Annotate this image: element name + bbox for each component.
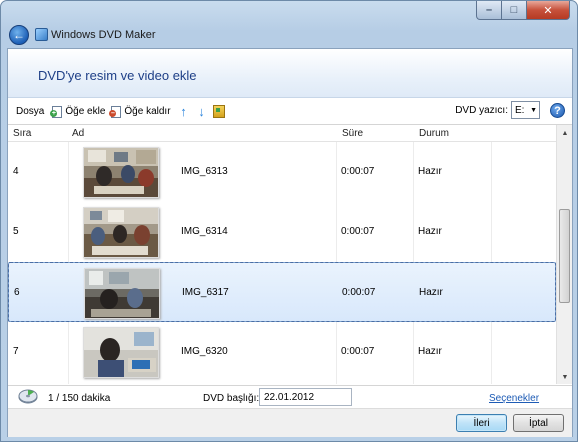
disc-title-input[interactable] [259,388,352,406]
help-icon[interactable]: ? [550,103,565,118]
add-items-label: Öğe ekle [65,106,106,117]
move-up-icon[interactable]: ↑ [177,104,191,119]
window-controls: – □ ✕ [476,1,570,20]
row-status: Hazır [418,346,442,357]
column-header-name[interactable]: Ad [72,128,84,139]
row-status: Hazır [419,287,443,298]
add-document-icon: + [50,105,63,118]
disc-icon [18,389,38,405]
table-row[interactable]: 7 IMG_6320 0:00:07 Hazır [8,322,556,382]
row-status: Hazır [418,166,442,177]
column-header-order[interactable]: Sıra [13,128,31,139]
scroll-down-icon[interactable]: ▼ [557,369,572,384]
content-panel: DVD'ye resim ve video ekle Dosya + Öğe e… [7,48,573,437]
title-bar: – □ ✕ ← Windows DVD Maker [1,1,577,47]
row-order: 7 [13,346,19,357]
photo-thumbnail [83,207,159,258]
media-list: Sıra Ad Süre Durum 4 IMG_6313 0:00:07 Ha… [8,124,572,384]
scrollbar-thumb[interactable] [559,209,570,303]
row-order: 5 [13,226,19,237]
cancel-button[interactable]: İptal [513,414,564,432]
list-rows: 4 IMG_6313 0:00:07 Hazır 5 IMG_6314 0:00… [8,142,556,384]
row-duration: 0:00:07 [341,346,375,357]
dvd-maker-app-icon [35,28,48,41]
row-order: 4 [13,166,19,177]
window-title: Windows DVD Maker [51,29,156,41]
remove-items-label: Öğe kaldır [124,106,171,117]
add-items-button[interactable]: + Öğe ekle [50,105,106,118]
button-bar: İleri İptal [8,408,572,437]
status-bar: 1 / 150 dakika DVD başlığı: Seçenekler [8,385,572,407]
row-order: 6 [14,287,20,298]
column-header-status[interactable]: Durum [419,128,449,139]
maximize-button[interactable]: □ [502,1,527,20]
close-button[interactable]: ✕ [527,1,570,20]
disc-title-label: DVD başlığı: [203,393,260,404]
row-duration: 0:00:07 [341,226,375,237]
photo-thumbnail [83,147,159,198]
table-row[interactable]: 4 IMG_6313 0:00:07 Hazır [8,142,556,202]
next-button[interactable]: İleri [456,414,507,432]
minimize-button[interactable]: – [476,1,502,20]
remove-items-button[interactable]: – Öğe kaldır [109,105,171,118]
back-button[interactable]: ← [9,25,29,45]
dvd-burner-select[interactable]: E: ▼ [511,101,540,119]
scroll-up-icon[interactable]: ▲ [557,125,572,141]
row-status: Hazır [418,226,442,237]
row-name: IMG_6317 [182,287,229,298]
table-row[interactable]: 5 IMG_6314 0:00:07 Hazır [8,202,556,262]
photo-thumbnail [83,327,159,378]
dropdown-arrow-icon: ▼ [530,107,537,114]
file-menu[interactable]: Dosya [16,106,44,117]
photo-thumbnail [84,268,160,319]
dvd-maker-window: – □ ✕ ← Windows DVD Maker DVD'ye resim v… [0,0,578,442]
back-arrow-icon: ← [13,28,25,42]
column-header-duration[interactable]: Süre [342,128,363,139]
page-header: DVD'ye resim ve video ekle [8,49,572,98]
row-name: IMG_6313 [181,166,228,177]
dvd-burner-value: E: [515,104,525,116]
row-name: IMG_6314 [181,226,228,237]
row-duration: 0:00:07 [342,287,376,298]
dvd-burner-label: DVD yazıcı: [455,105,508,116]
page-title: DVD'ye resim ve video ekle [38,68,197,83]
remove-document-icon: – [109,105,122,118]
disc-usage-text: 1 / 150 dakika [48,393,111,404]
vertical-scrollbar[interactable]: ▲ ▼ [556,125,572,384]
options-link[interactable]: Seçenekler [489,393,539,404]
table-row-selected[interactable]: 6 IMG_6317 0:00:07 Hazır [8,262,556,322]
reorder-folder-icon[interactable] [212,105,225,118]
row-name: IMG_6320 [181,346,228,357]
row-duration: 0:00:07 [341,166,375,177]
move-down-icon[interactable]: ↓ [195,104,209,119]
list-header: Sıra Ad Süre Durum [8,125,556,142]
